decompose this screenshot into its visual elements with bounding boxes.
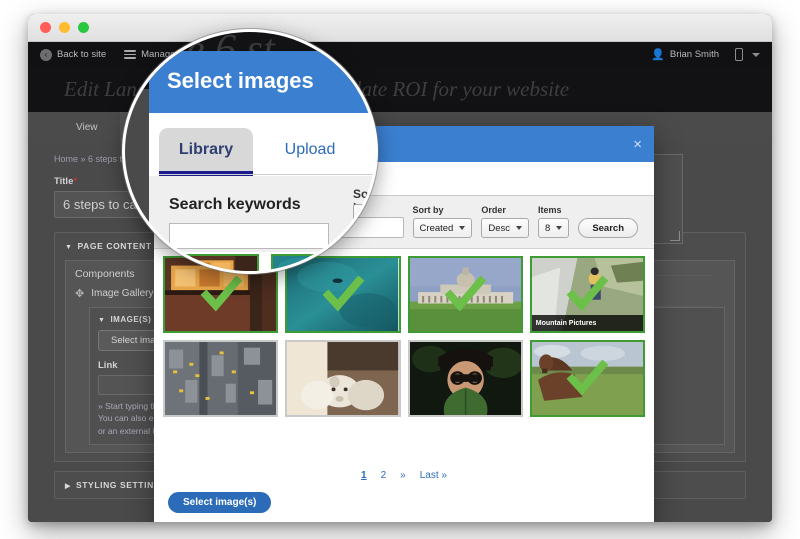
magnified-keywords-input[interactable] xyxy=(169,223,329,249)
back-to-site-label: Back to site xyxy=(57,49,106,60)
aerial-city-image xyxy=(165,342,276,415)
image-thumbnail[interactable] xyxy=(530,340,645,417)
dialog-footer: Select image(s) xyxy=(154,492,654,522)
sort-by-label: Sort by xyxy=(413,205,473,215)
order-select[interactable]: Desc xyxy=(481,218,529,238)
image-library-grid-area: Mountain Pictures xyxy=(154,249,654,458)
chevron-down-icon xyxy=(459,226,465,230)
page-link-1[interactable]: 1 xyxy=(361,470,367,481)
required-marker: * xyxy=(73,176,77,187)
magnifier-content: ge 6 st Select images Library Upload Sea… xyxy=(125,32,378,274)
magnified-keywords-label: Search keywords xyxy=(169,196,301,214)
sort-by-select[interactable]: Created xyxy=(413,218,473,238)
user-account-menu[interactable]: 👤 Brian Smith xyxy=(651,48,719,61)
items-select[interactable]: 8 xyxy=(538,218,569,238)
window-zoom-button[interactable] xyxy=(78,22,89,33)
admin-toolbar-right: 👤 Brian Smith xyxy=(651,48,760,61)
magnified-sort-by-select[interactable]: Created xyxy=(353,204,378,227)
device-preview-menu[interactable] xyxy=(735,48,760,61)
window-close-button[interactable] xyxy=(40,22,51,33)
magnified-tab-upload[interactable]: Upload xyxy=(263,128,357,171)
order-label: Order xyxy=(481,205,529,215)
image-caption: Mountain Pictures xyxy=(532,315,643,331)
order-group: Order Desc xyxy=(481,205,529,238)
back-to-site-link[interactable]: ‹ Back to site xyxy=(40,49,106,61)
woman-with-leaf-image xyxy=(410,342,521,415)
chevron-down-icon xyxy=(516,226,522,230)
magnified-tab-divider xyxy=(159,174,378,175)
magnified-dim-strip xyxy=(125,89,149,274)
user-avatar-icon: 👤 xyxy=(651,48,665,61)
selected-check-icon xyxy=(322,273,364,315)
image-thumbnail[interactable]: Mountain Pictures xyxy=(530,256,645,333)
move-cross-icon[interactable]: ✥ xyxy=(75,287,84,300)
close-icon[interactable]: × xyxy=(633,137,642,152)
selected-check-icon xyxy=(444,273,486,315)
items-value: 8 xyxy=(545,223,550,234)
selected-check-icon xyxy=(200,273,242,315)
selected-check-icon xyxy=(566,273,608,315)
sheep-barn-image xyxy=(287,342,398,415)
page-link-next[interactable]: » xyxy=(400,470,406,481)
search-button[interactable]: Search xyxy=(578,218,638,238)
sort-by-group: Sort by Created xyxy=(413,205,473,238)
magnifier-lens: ge 6 st Select images Library Upload Sea… xyxy=(122,29,378,274)
chevron-down-icon xyxy=(556,226,562,230)
image-thumbnail[interactable] xyxy=(408,340,523,417)
pagination: 1 2 » Last » xyxy=(154,458,654,492)
select-images-submit-button[interactable]: Select image(s) xyxy=(168,492,271,513)
image-thumbnail[interactable] xyxy=(285,340,400,417)
items-label: Items xyxy=(538,205,569,215)
image-thumbnail[interactable] xyxy=(408,256,523,333)
page-link-2[interactable]: 2 xyxy=(381,470,387,481)
triangle-down-icon: ▼ xyxy=(98,317,105,324)
magnified-dialog-header: Select images xyxy=(149,51,378,113)
chevron-down-icon xyxy=(752,53,760,57)
sort-by-value: Created xyxy=(420,223,454,234)
screenshot-root: ‹ Back to site Manage 👤 Brian Smith xyxy=(0,0,800,539)
magnified-dialog-title: Select images xyxy=(167,68,314,94)
triangle-down-icon: ▼ xyxy=(65,244,73,251)
image-thumbnail[interactable] xyxy=(163,340,278,417)
node-tab-view[interactable]: View xyxy=(54,112,120,142)
magnified-tab-library[interactable]: Library xyxy=(159,128,253,171)
page-link-last[interactable]: Last » xyxy=(420,470,447,481)
items-group: Items 8 xyxy=(538,205,569,238)
selected-check-icon xyxy=(566,357,608,399)
triangle-right-icon: ▶ xyxy=(65,482,71,490)
image-library-grid: Mountain Pictures xyxy=(163,256,645,417)
user-name-label: Brian Smith xyxy=(670,49,719,60)
image-gallery-label: Image Gallery xyxy=(91,288,153,299)
circle-back-arrow-icon: ‹ xyxy=(40,49,52,61)
window-minimize-button[interactable] xyxy=(59,22,70,33)
mobile-device-icon xyxy=(735,48,743,61)
order-value: Desc xyxy=(488,223,510,234)
